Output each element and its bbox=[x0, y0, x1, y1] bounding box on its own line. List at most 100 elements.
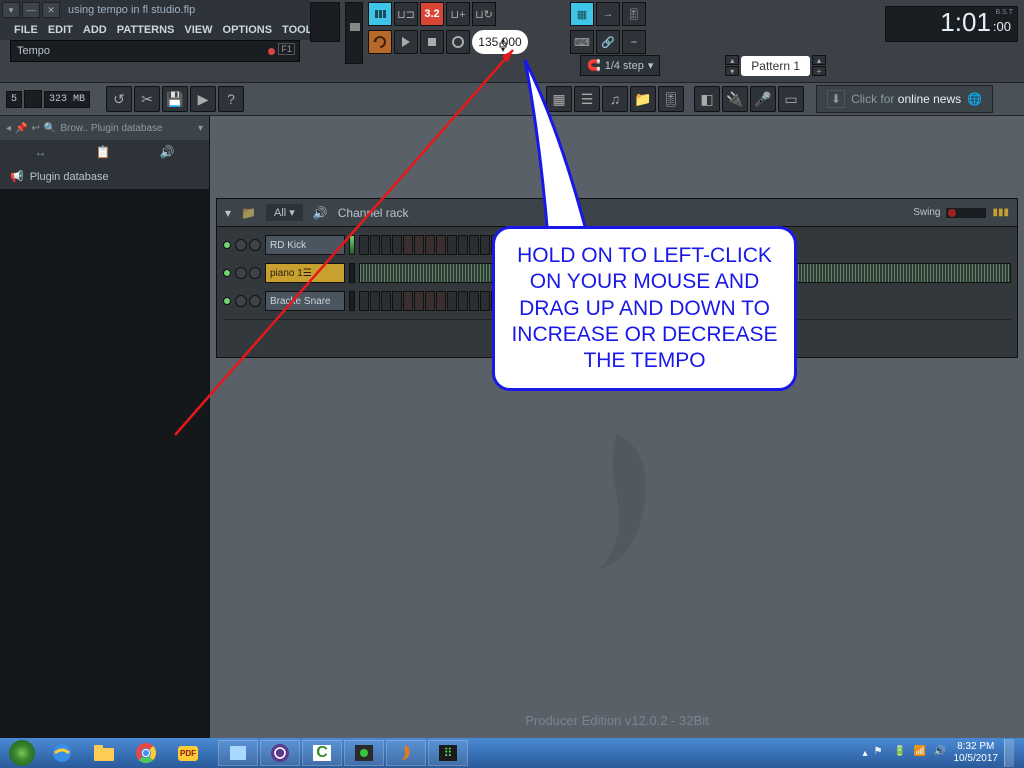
record-button[interactable] bbox=[446, 30, 470, 54]
annotation-callout: HOLD ON TO LEFT-CLICK ON YOUR MOUSE AND … bbox=[492, 226, 797, 391]
refresh-icon[interactable]: 🔍 bbox=[44, 123, 56, 134]
taskbar-camtasia[interactable] bbox=[344, 740, 384, 766]
blend-recording-button[interactable]: ⊔+ bbox=[446, 2, 470, 26]
channel-vol-knob[interactable] bbox=[249, 267, 261, 279]
snap-selector[interactable]: 🧲 1/4 step ▾ bbox=[580, 55, 660, 76]
project-filename: using tempo in fl studio.flp bbox=[68, 4, 195, 16]
show-desktop-button[interactable] bbox=[1004, 739, 1014, 767]
close-windows-button[interactable]: ◧ bbox=[694, 86, 720, 112]
taskbar-ie[interactable] bbox=[42, 740, 82, 766]
arrange-windows-button[interactable]: ▭ bbox=[778, 86, 804, 112]
folder-icon[interactable]: 📁 bbox=[241, 206, 256, 220]
taskbar-app1[interactable] bbox=[218, 740, 258, 766]
tempo-value[interactable]: 135.000 bbox=[472, 30, 528, 54]
step-display-icon[interactable]: ▮▮▮ bbox=[992, 207, 1009, 218]
chevron-down-icon[interactable]: ▾ bbox=[198, 123, 203, 134]
song-mode-button[interactable]: ⊔⊐ bbox=[394, 2, 418, 26]
channel-name-button[interactable]: RD Kick bbox=[265, 235, 345, 255]
taskbar-bittorrent[interactable] bbox=[260, 740, 300, 766]
render-button[interactable]: ▶ bbox=[190, 86, 216, 112]
taskbar-chrome[interactable] bbox=[126, 740, 166, 766]
taskbar-app2[interactable]: C bbox=[302, 740, 342, 766]
taskbar-pdf[interactable]: PDF bbox=[168, 740, 208, 766]
cut-button[interactable]: ✂ bbox=[134, 86, 160, 112]
channel-pan-knob[interactable] bbox=[235, 239, 247, 251]
taskbar-flstudio[interactable] bbox=[386, 740, 426, 766]
menu-add[interactable]: ADD bbox=[79, 22, 111, 38]
volume-icon[interactable]: 🔊 bbox=[934, 746, 948, 760]
master-volume-slider[interactable] bbox=[345, 2, 363, 64]
pattern-next-button[interactable]: ▾ bbox=[725, 66, 739, 76]
plugin-button[interactable]: 🔌 bbox=[722, 86, 748, 112]
flag-icon[interactable]: ⚑ bbox=[874, 746, 888, 760]
save-button[interactable]: 💾 bbox=[162, 86, 188, 112]
pattern-prev-button[interactable]: ▴ bbox=[725, 55, 739, 65]
news-panel[interactable]: ⬇ Click for online news 🌐 bbox=[816, 85, 993, 113]
taskbar-app3[interactable]: ⠿ bbox=[428, 740, 468, 766]
menu-patterns[interactable]: PATTERNS bbox=[113, 22, 179, 38]
record-indicator-icon bbox=[268, 48, 275, 55]
channel-name-button[interactable]: piano 1 ☰ bbox=[265, 263, 345, 283]
taskbar-explorer[interactable] bbox=[84, 740, 124, 766]
channel-mute-led[interactable] bbox=[223, 297, 231, 305]
tempo-tap-button[interactable]: 🎤 bbox=[750, 86, 776, 112]
window-minimize-button[interactable]: — bbox=[22, 2, 40, 18]
menu-file[interactable]: FILE bbox=[10, 22, 42, 38]
piano-roll-window-button[interactable]: ♫ bbox=[602, 86, 628, 112]
sidebar-item-plugin-db[interactable]: 📢 Plugin database bbox=[0, 164, 209, 189]
menu-view[interactable]: VIEW bbox=[180, 22, 216, 38]
chevron-down-icon: ▾ bbox=[648, 59, 654, 72]
copy-icon[interactable]: 📋 bbox=[96, 145, 111, 159]
channel-name-button[interactable]: Bracke Snare bbox=[265, 291, 345, 311]
countdown-button[interactable]: 3.2 bbox=[420, 2, 444, 26]
menu-edit[interactable]: EDIT bbox=[44, 22, 77, 38]
chevron-down-icon[interactable]: ▾ bbox=[225, 206, 231, 220]
mixer-window-button[interactable]: 🎚 bbox=[658, 86, 684, 112]
playlist-view-button[interactable]: ▦ bbox=[570, 2, 594, 26]
toggle-loop-button[interactable] bbox=[368, 30, 392, 54]
playlist-window-button[interactable]: ▦ bbox=[546, 86, 572, 112]
channel-vol-knob[interactable] bbox=[249, 239, 261, 251]
menu-options[interactable]: OPTIONS bbox=[219, 22, 277, 38]
window-close-button[interactable]: ✕ bbox=[42, 2, 60, 18]
play-button[interactable] bbox=[394, 30, 418, 54]
channel-vol-knob[interactable] bbox=[249, 295, 261, 307]
pattern-add-button[interactable]: + bbox=[812, 66, 826, 76]
pattern-selector[interactable]: Pattern 1 bbox=[741, 56, 810, 76]
mixer-view-button[interactable]: 🎚 bbox=[622, 2, 646, 26]
time-display[interactable]: 1 : 01 :00 B.S.T bbox=[885, 6, 1018, 42]
step-seq-window-button[interactable]: ☰ bbox=[574, 86, 600, 112]
tray-clock[interactable]: 8:32 PM 10/5/2017 bbox=[954, 741, 999, 765]
globe-icon: 🌐 bbox=[967, 92, 982, 106]
typing-keyboard-button[interactable]: ⌨ bbox=[570, 30, 594, 54]
undo-history-button[interactable]: ↺ bbox=[106, 86, 132, 112]
start-button[interactable] bbox=[4, 739, 40, 767]
debug-button[interactable]: ⎯ bbox=[622, 30, 646, 54]
audio-preview-icon[interactable]: 🔊 bbox=[160, 145, 175, 159]
channel-pan-knob[interactable] bbox=[235, 267, 247, 279]
pin-icon[interactable]: 📌 bbox=[15, 123, 27, 134]
tray-expand-icon[interactable]: ▴ bbox=[862, 748, 867, 759]
workspace: ▾ 📁 All ▾ 🔊 Channel rack Swing ▮▮▮ RD Ki… bbox=[210, 116, 1024, 738]
channel-pan-knob[interactable] bbox=[235, 295, 247, 307]
help-button[interactable]: ? bbox=[218, 86, 244, 112]
collapse-all-icon[interactable]: ↔ bbox=[35, 145, 47, 159]
battery-icon[interactable]: 🔋 bbox=[894, 746, 908, 760]
download-icon: ⬇ bbox=[827, 90, 845, 108]
channel-filter[interactable]: All ▾ bbox=[266, 204, 303, 221]
loop-recording-button[interactable]: ⊔↻ bbox=[472, 2, 496, 26]
piano-roll-view-button[interactable]: → bbox=[596, 2, 620, 26]
channel-mute-led[interactable] bbox=[223, 269, 231, 277]
fl-studio-logo bbox=[527, 406, 707, 606]
swing-slider[interactable] bbox=[946, 208, 986, 218]
back-icon[interactable]: ↩ bbox=[31, 123, 39, 134]
channel-mute-led[interactable] bbox=[223, 241, 231, 249]
pattern-mode-button[interactable] bbox=[368, 2, 392, 26]
network-icon[interactable]: 📶 bbox=[914, 746, 928, 760]
collapse-icon[interactable]: ◂ bbox=[6, 123, 11, 134]
pattern-spin-up[interactable]: ▴ bbox=[812, 55, 826, 65]
window-menu-button[interactable]: ▾ bbox=[2, 2, 20, 18]
link-button[interactable]: 🔗 bbox=[596, 30, 620, 54]
stop-button[interactable] bbox=[420, 30, 444, 54]
browser-window-button[interactable]: 📁 bbox=[630, 86, 656, 112]
